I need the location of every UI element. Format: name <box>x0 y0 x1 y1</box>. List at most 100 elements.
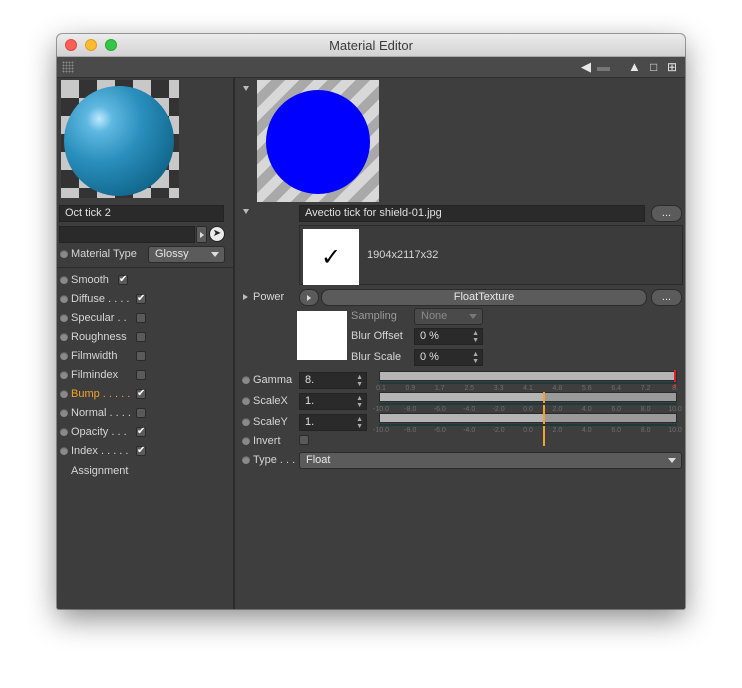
scalex-slider[interactable] <box>379 392 677 425</box>
tick-label: -10.0 <box>373 427 389 434</box>
channel-label[interactable]: Index . . . . . <box>71 445 128 457</box>
texture-options-button[interactable]: ... <box>651 289 682 306</box>
spinner-icon[interactable]: ▲ ▼ <box>356 416 363 430</box>
channel-label[interactable]: Bump . . . . . <box>71 388 130 400</box>
tick-label: 10.0 <box>668 427 682 434</box>
tick-baseline <box>379 424 677 426</box>
blur-offset-label: Blur Offset <box>351 330 403 342</box>
up-arrow-icon[interactable]: ▲ <box>628 59 641 75</box>
material-type-dropdown[interactable]: Glossy <box>148 246 225 263</box>
spinner-icon[interactable]: ▲ ▼ <box>472 351 479 365</box>
scaley-ticks: -10.0 -8.0 -6.0 -4.0 -2.0 0.0 2.0 4.0 6.0 8.0 10.0 <box>373 424 682 436</box>
blur-scale-field[interactable]: 0 % ▲ ▼ <box>414 349 483 366</box>
channel-checkbox[interactable] <box>136 408 146 418</box>
channel-dot[interactable] <box>60 314 68 322</box>
material-preview[interactable] <box>61 80 179 198</box>
channel-checkbox[interactable] <box>136 389 146 399</box>
channel-label[interactable]: Filmindex <box>71 369 118 381</box>
picker-icon[interactable]: ➤ <box>209 226 225 242</box>
spinner-icon[interactable]: ▲ ▼ <box>356 374 363 388</box>
scalex-field[interactable]: 1. ▲ ▼ <box>299 393 367 410</box>
tick-label: 4.0 <box>581 427 592 434</box>
type-dropdown[interactable]: Float <box>299 452 682 469</box>
channel-dot[interactable] <box>60 428 68 436</box>
file-collapse-icon[interactable] <box>243 209 249 214</box>
gamma-field[interactable]: 8. ▲ ▼ <box>299 372 367 389</box>
texture-swatch <box>297 311 347 360</box>
material-name-field[interactable]: Oct tick 2 <box>59 205 224 222</box>
channel-checkbox[interactable] <box>136 332 146 342</box>
texture-type-button[interactable]: FloatTexture <box>321 289 647 306</box>
channel-settings-panel: Avectio tick for shield-01.jpg ... ✓ 190… <box>235 78 685 609</box>
channel-checkbox[interactable] <box>136 351 146 361</box>
tick-label: 7.2 <box>640 385 651 392</box>
channel-checkbox[interactable] <box>136 294 146 304</box>
channel-checkbox[interactable] <box>136 370 146 380</box>
channel-dot[interactable] <box>60 276 68 284</box>
preview-sphere <box>64 86 174 196</box>
tick-label: 0.1 <box>376 385 386 392</box>
tick-label: -8.0 <box>404 406 417 413</box>
channel-label[interactable]: Roughness <box>71 331 127 343</box>
type-dot[interactable] <box>242 456 250 464</box>
tick-label: 8.0 <box>640 406 651 413</box>
channel-checkbox[interactable] <box>136 313 146 323</box>
sampling-dropdown[interactable]: None <box>414 308 483 325</box>
title-bar[interactable]: Material Editor <box>57 34 685 57</box>
preview-collapse-icon[interactable] <box>243 86 249 91</box>
scaley-dot[interactable] <box>242 418 250 426</box>
spinner-icon[interactable]: ▲ ▼ <box>472 330 479 344</box>
channel-label[interactable]: Smooth <box>71 274 109 286</box>
link-field[interactable] <box>59 226 195 243</box>
grip-icon[interactable] <box>62 61 74 73</box>
forward-arrow-icon[interactable]: ▬ <box>597 59 610 75</box>
material-type-dot[interactable] <box>60 250 68 258</box>
power-menu-button[interactable] <box>299 289 319 306</box>
tick-label: 3.3 <box>493 385 504 392</box>
channel-dot[interactable] <box>60 447 68 455</box>
channel-dot[interactable] <box>60 409 68 417</box>
channel-label[interactable]: Normal . . . . <box>71 407 131 419</box>
tick-label: 4.8 <box>552 385 563 392</box>
channel-dot[interactable] <box>60 390 68 398</box>
scalex-slider-fill <box>380 393 543 401</box>
texture-circle <box>266 90 370 194</box>
channel-checkbox[interactable] <box>118 275 128 285</box>
power-expand-icon[interactable] <box>243 294 248 300</box>
scaley-slider[interactable] <box>379 413 677 446</box>
tick-label: 2.5 <box>464 385 475 392</box>
gamma-dot[interactable] <box>242 376 250 384</box>
texture-file-field[interactable]: Avectio tick for shield-01.jpg <box>299 205 645 222</box>
channel-dot[interactable] <box>60 371 68 379</box>
channel-label[interactable]: Opacity . . . <box>71 426 127 438</box>
new-window-icon[interactable]: ⊞ <box>667 59 677 75</box>
gamma-slider[interactable] <box>379 370 677 388</box>
power-label: Power <box>253 291 285 303</box>
scalex-dot[interactable] <box>242 397 250 405</box>
tick-label: -4.0 <box>463 406 476 413</box>
channel-dot[interactable] <box>60 295 68 303</box>
chevron-right-icon <box>307 295 311 301</box>
channel-checkbox[interactable] <box>136 446 146 456</box>
spinner-icon[interactable]: ▲ ▼ <box>356 395 363 409</box>
blur-offset-field[interactable]: 0 % ▲ ▼ <box>414 328 483 345</box>
link-menu-button[interactable] <box>196 226 207 243</box>
tick-label: -8.0 <box>404 427 417 434</box>
browse-button[interactable]: ... <box>651 205 682 222</box>
texture-info-box: ✓ 1904x2117x32 <box>299 225 683 285</box>
assignment-label[interactable]: Assignment <box>71 465 128 477</box>
back-arrow-icon[interactable]: ◀ <box>581 59 591 75</box>
invert-dot[interactable] <box>242 437 250 445</box>
channel-label[interactable]: Filmwidth <box>71 350 117 362</box>
lock-icon[interactable]: □ <box>650 59 657 75</box>
scaley-field[interactable]: 1. ▲ ▼ <box>299 414 367 431</box>
channel-label[interactable]: Diffuse . . . . <box>71 293 130 305</box>
channel-checkbox[interactable] <box>136 427 146 437</box>
texture-preview[interactable] <box>257 80 379 202</box>
channel-label[interactable]: Specular . . <box>71 312 127 324</box>
scalex-value: 1. <box>305 395 315 407</box>
divider <box>57 267 233 268</box>
channel-dot[interactable] <box>60 333 68 341</box>
channel-dot[interactable] <box>60 352 68 360</box>
invert-checkbox[interactable] <box>299 435 309 445</box>
